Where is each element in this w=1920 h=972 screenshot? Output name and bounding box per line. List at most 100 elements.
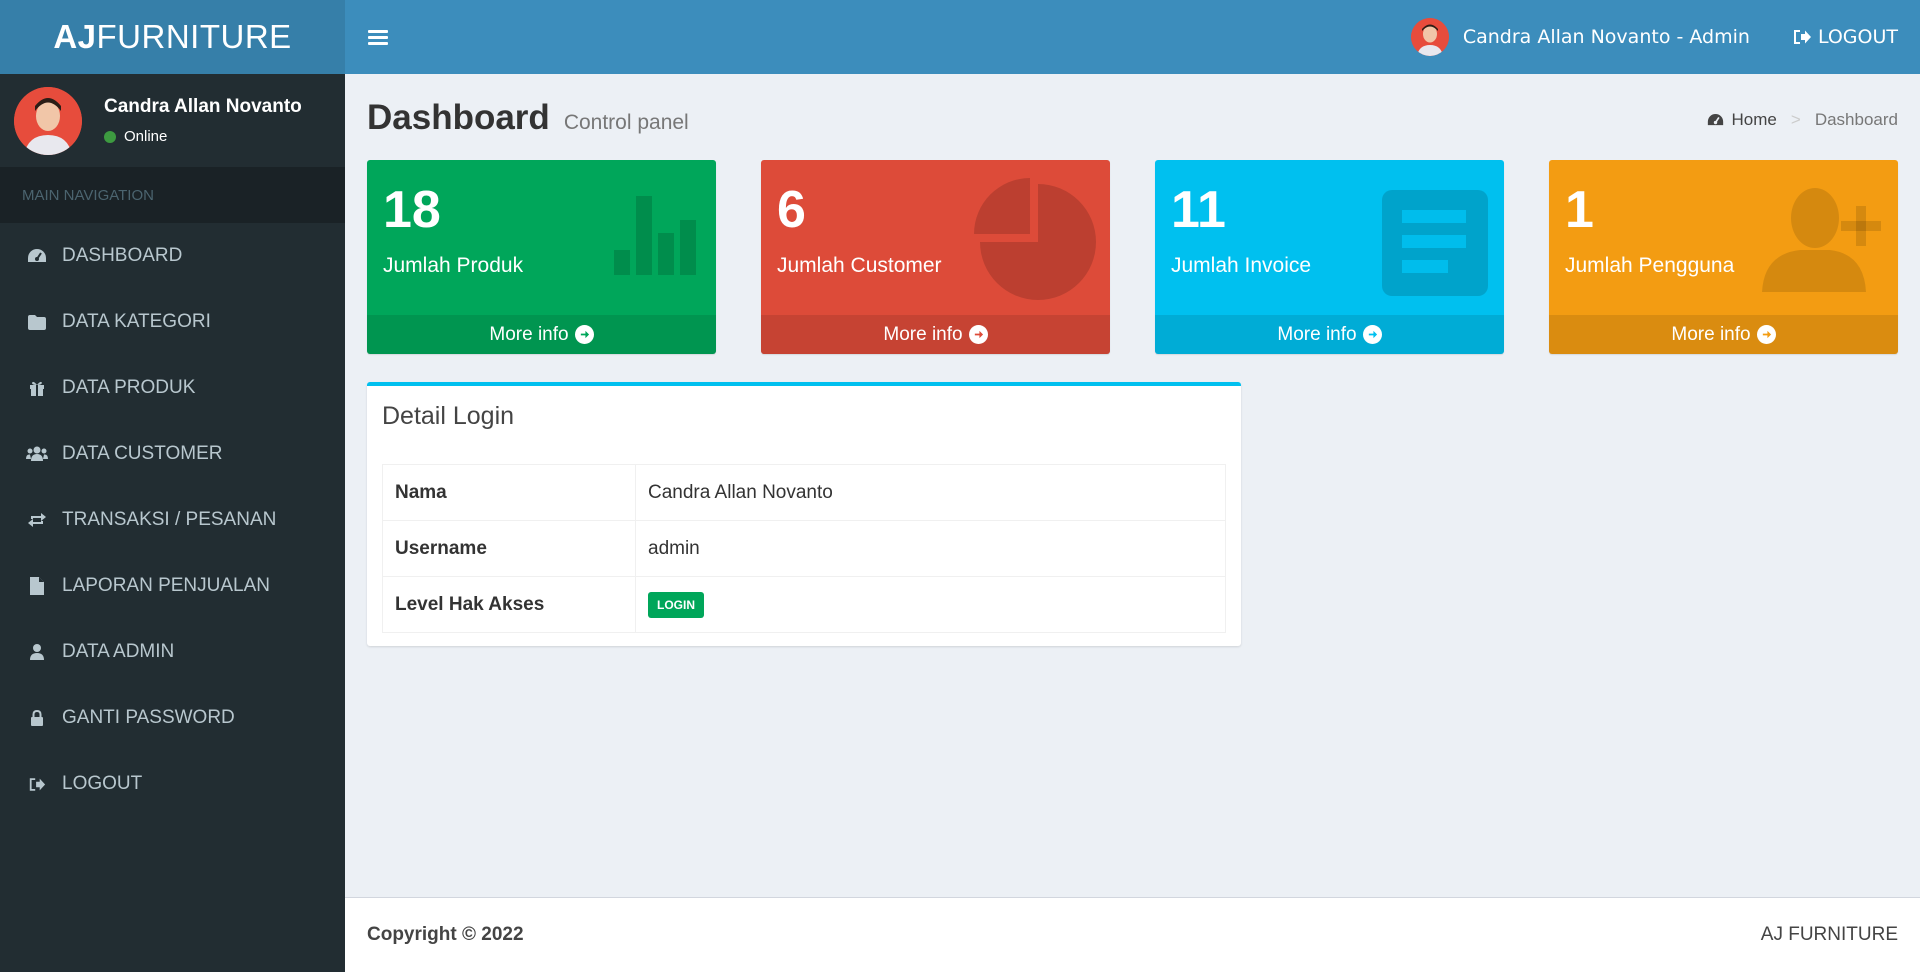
page-subtitle: Control panel xyxy=(563,111,689,134)
page-title: Dashboard xyxy=(367,98,550,137)
content-header: Dashboard Control panel xyxy=(367,98,689,138)
sidebar-item-label: DASHBOARD xyxy=(62,245,183,266)
dashboard-icon xyxy=(26,245,48,267)
arrow-circle-right-icon xyxy=(574,325,594,344)
sidebar-item-label: DATA ADMIN xyxy=(62,641,175,662)
bar-chart-icon xyxy=(614,196,696,275)
sidebar-item-label: LOGOUT xyxy=(62,773,143,794)
brand-logo[interactable]: AJ FURNITURE xyxy=(0,0,345,74)
stat-boxes: 18 Jumlah Produk More info 6 Jumlah Cust… xyxy=(367,160,1898,354)
sidebar-item-label: LAPORAN PENJUALAN xyxy=(62,575,271,596)
lock-icon xyxy=(26,707,48,729)
sidebar-item-data-customer[interactable]: DATA CUSTOMER xyxy=(0,421,345,487)
more-info-label: More info xyxy=(1277,323,1357,345)
detail-login-panel: Detail Login Nama Candra Allan Novanto U… xyxy=(367,382,1241,646)
sign-out-icon xyxy=(26,773,48,795)
list-alt-icon xyxy=(1382,190,1488,296)
status-badge: LOGIN xyxy=(648,591,704,618)
online-dot-icon xyxy=(104,130,116,143)
table-key: Nama xyxy=(382,464,636,521)
pie-chart-icon xyxy=(974,178,1096,300)
arrow-circle-right-icon xyxy=(1362,325,1382,344)
arrow-circle-right-icon xyxy=(968,325,988,344)
sidebar-toggle-button[interactable] xyxy=(345,0,411,74)
main-header: AJ FURNITURE Candra Allan Novanto - Admin xyxy=(0,0,1920,74)
sidebar-item-dashboard[interactable]: DASHBOARD xyxy=(0,223,345,289)
sign-out-icon xyxy=(1793,30,1811,44)
table-key: Level Hak Akses xyxy=(382,576,636,633)
file-icon xyxy=(26,575,48,597)
avatar xyxy=(14,86,82,155)
stat-label: Jumlah Invoice xyxy=(1171,254,1312,277)
sidebar-user-name: Candra Allan Novanto xyxy=(104,96,302,117)
more-info-link[interactable]: More info xyxy=(1549,315,1898,354)
breadcrumb-separator: > xyxy=(1790,110,1801,129)
more-info-link[interactable]: More info xyxy=(367,315,716,354)
stat-value: 1 xyxy=(1565,181,1594,239)
content-wrapper: Dashboard Control panel Home > Dashboard… xyxy=(345,74,1920,897)
more-info-label: More info xyxy=(883,323,963,345)
sidebar-item-label: DATA PRODUK xyxy=(62,377,196,398)
more-info-label: More info xyxy=(489,323,569,345)
stat-box-pengguna: 1 Jumlah Pengguna More info xyxy=(1549,160,1898,354)
brand-logo-light: FURNITURE xyxy=(96,18,292,55)
sidebar-item-data-produk[interactable]: DATA PRODUK xyxy=(0,355,345,421)
breadcrumb-current: Dashboard xyxy=(1814,110,1898,129)
main-footer: Copyright © 2022 AJ FURNITURE xyxy=(345,897,1920,972)
stat-box-produk: 18 Jumlah Produk More info xyxy=(367,160,716,354)
folder-icon xyxy=(26,311,48,333)
stat-box-invoice: 11 Jumlah Invoice More info xyxy=(1155,160,1504,354)
arrow-circle-right-icon xyxy=(1756,325,1776,344)
sidebar-item-transaksi[interactable]: TRANSAKSI / PESANAN xyxy=(0,487,345,553)
sidebar-item-label: DATA KATEGORI xyxy=(62,311,211,332)
status-indicator[interactable]: Online xyxy=(104,128,302,145)
table-value: admin xyxy=(635,520,1226,577)
exchange-icon xyxy=(26,509,48,531)
sidebar-item-ganti-password[interactable]: GANTI PASSWORD xyxy=(0,685,345,751)
logout-label: LOGOUT xyxy=(1817,26,1898,48)
sidebar-item-label: TRANSAKSI / PESANAN xyxy=(62,509,277,530)
sidebar-item-laporan-penjualan[interactable]: LAPORAN PENJUALAN xyxy=(0,553,345,619)
top-navbar: Candra Allan Novanto - Admin LOGOUT xyxy=(345,0,1920,74)
dashboard-icon xyxy=(1707,114,1723,126)
stat-label: Jumlah Pengguna xyxy=(1565,254,1735,277)
table-value: Candra Allan Novanto xyxy=(635,464,1226,521)
navbar-right: Candra Allan Novanto - Admin LOGOUT xyxy=(1410,0,1920,74)
table-key: Username xyxy=(382,520,636,577)
hamburger-icon xyxy=(368,27,388,48)
gift-icon xyxy=(26,377,48,399)
sidebar-item-data-kategori[interactable]: DATA KATEGORI xyxy=(0,289,345,355)
users-icon xyxy=(26,443,48,465)
stat-label: Jumlah Produk xyxy=(383,254,524,277)
sidebar-item-label: DATA CUSTOMER xyxy=(62,443,223,464)
more-info-link[interactable]: More info xyxy=(761,315,1110,354)
sidebar-item-logout[interactable]: LOGOUT xyxy=(0,751,345,817)
table-row: Level Hak Akses LOGIN xyxy=(382,576,1226,633)
sidebar: Candra Allan Novanto Online MAIN NAVIGAT… xyxy=(0,74,345,972)
stat-label: Jumlah Customer xyxy=(777,254,942,277)
panel-title: Detail Login xyxy=(382,402,515,430)
nav-header: MAIN NAVIGATION xyxy=(0,167,345,223)
detail-login-table: Nama Candra Allan Novanto Username admin… xyxy=(382,464,1226,633)
stat-value: 18 xyxy=(383,181,441,239)
more-info-label: More info xyxy=(1671,323,1751,345)
footer-copyright: Copyright © 2022 xyxy=(367,924,524,945)
brand-logo-bold: AJ xyxy=(53,18,97,55)
logout-button[interactable]: LOGOUT xyxy=(1772,0,1920,74)
stat-value: 11 xyxy=(1171,181,1226,239)
more-info-link[interactable]: More info xyxy=(1155,315,1504,354)
user-icon xyxy=(26,641,48,663)
sidebar-item-label: GANTI PASSWORD xyxy=(62,707,235,728)
breadcrumb-home-link[interactable]: Home xyxy=(1707,110,1777,130)
stat-box-customer: 6 Jumlah Customer More info xyxy=(761,160,1110,354)
user-menu[interactable]: Candra Allan Novanto - Admin xyxy=(1410,0,1772,74)
table-row: Username admin xyxy=(382,520,1226,577)
user-menu-label: Candra Allan Novanto - Admin xyxy=(1462,26,1750,48)
breadcrumb: Home > Dashboard xyxy=(1707,110,1898,130)
sidebar-user-panel: Candra Allan Novanto Online xyxy=(0,74,345,167)
avatar xyxy=(1410,18,1449,56)
user-plus-icon xyxy=(1762,188,1881,292)
sidebar-item-data-admin[interactable]: DATA ADMIN xyxy=(0,619,345,685)
footer-brand: AJ FURNITURE xyxy=(1760,924,1898,945)
table-value: LOGIN xyxy=(635,576,1226,633)
